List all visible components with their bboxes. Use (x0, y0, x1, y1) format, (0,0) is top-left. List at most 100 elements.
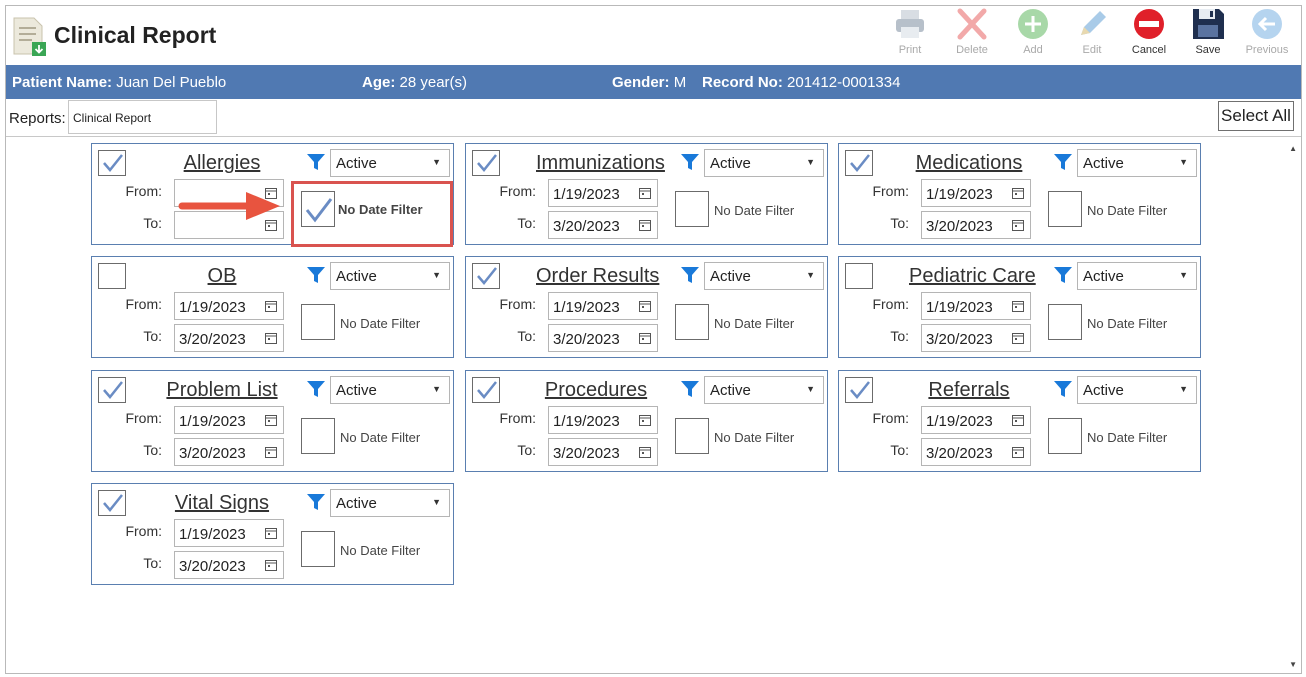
from-date-field[interactable]: 1/19/2023 (921, 292, 1031, 320)
select-all-button[interactable]: Select All (1218, 101, 1294, 131)
calendar-icon[interactable] (639, 446, 651, 458)
calendar-icon[interactable] (1012, 414, 1024, 426)
section-title[interactable]: Allergies (162, 152, 282, 175)
section-title[interactable]: Vital Signs (162, 492, 282, 515)
no-date-filter-label: No Date Filter (1087, 316, 1168, 331)
to-date-field[interactable]: 3/20/2023 (548, 438, 658, 466)
calendar-icon[interactable] (265, 446, 277, 458)
to-date-field[interactable]: 3/20/2023 (921, 324, 1031, 352)
status-dropdown[interactable]: Active ▼ (704, 262, 824, 290)
include-checkbox[interactable] (472, 150, 500, 176)
edit-button[interactable]: Edit (1065, 8, 1119, 66)
from-date-field[interactable]: 1/19/2023 (174, 406, 284, 434)
calendar-icon[interactable] (1012, 219, 1024, 231)
save-button[interactable]: Save (1181, 8, 1235, 66)
edit-label: Edit (1082, 44, 1102, 56)
calendar-icon[interactable] (265, 332, 277, 344)
cancel-button[interactable]: Cancel (1122, 8, 1176, 66)
no-date-filter-label: No Date Filter (714, 316, 795, 331)
add-button[interactable]: Add (1006, 8, 1060, 66)
include-checkbox[interactable] (472, 263, 500, 289)
section-title[interactable]: Immunizations (536, 152, 665, 175)
section-title[interactable]: Procedures (536, 379, 656, 402)
from-label: From: (125, 296, 162, 312)
scroll-up-arrow[interactable]: ▲ (1289, 144, 1297, 153)
to-date-field[interactable]: 3/20/2023 (174, 438, 284, 466)
calendar-icon[interactable] (265, 559, 277, 571)
from-date-field[interactable]: 1/19/2023 (548, 406, 658, 434)
no-date-filter-checkbox[interactable] (1048, 304, 1082, 340)
section-title[interactable]: Pediatric Care (909, 265, 1036, 288)
include-checkbox[interactable] (845, 150, 873, 176)
status-dropdown[interactable]: Active ▼ (704, 149, 824, 177)
to-date-field[interactable]: 3/20/2023 (548, 324, 658, 352)
section-title[interactable]: Referrals (909, 379, 1029, 402)
reports-field[interactable]: Clinical Report (68, 100, 217, 134)
from-date-field[interactable]: 1/19/2023 (921, 406, 1031, 434)
from-date-field[interactable]: 1/19/2023 (548, 179, 658, 207)
section-title[interactable]: Order Results (536, 265, 659, 288)
delete-button[interactable]: Delete (945, 8, 999, 66)
scroll-down-arrow[interactable]: ▼ (1289, 660, 1297, 669)
to-date-field[interactable]: 3/20/2023 (548, 211, 658, 239)
no-date-filter-checkbox[interactable] (301, 304, 335, 340)
include-checkbox[interactable] (98, 263, 126, 289)
status-dropdown[interactable]: Active ▼ (330, 149, 450, 177)
section-title[interactable]: Medications (909, 152, 1029, 175)
status-dropdown[interactable]: Active ▼ (330, 262, 450, 290)
include-checkbox[interactable] (472, 377, 500, 403)
include-checkbox[interactable] (845, 377, 873, 403)
calendar-icon[interactable] (1012, 187, 1024, 199)
to-label: To: (890, 442, 909, 458)
section-title[interactable]: Problem List (162, 379, 282, 402)
include-checkbox[interactable] (98, 377, 126, 403)
calendar-icon[interactable] (1012, 446, 1024, 458)
calendar-icon[interactable] (639, 332, 651, 344)
calendar-icon[interactable] (1012, 300, 1024, 312)
no-date-filter-checkbox[interactable] (675, 304, 709, 340)
status-dropdown[interactable]: Active ▼ (1077, 376, 1197, 404)
no-date-filter-checkbox[interactable] (1048, 418, 1082, 454)
include-checkbox[interactable] (98, 490, 126, 516)
to-date-field[interactable]: 3/20/2023 (921, 438, 1031, 466)
chevron-down-icon: ▼ (806, 270, 815, 280)
to-date-field[interactable]: 3/20/2023 (921, 211, 1031, 239)
include-checkbox[interactable] (98, 150, 126, 176)
calendar-icon[interactable] (639, 219, 651, 231)
no-date-filter-checkbox[interactable] (675, 418, 709, 454)
previous-button[interactable]: Previous (1240, 8, 1294, 66)
no-date-filter-checkbox[interactable] (675, 191, 709, 227)
to-date-field[interactable]: 3/20/2023 (174, 324, 284, 352)
calendar-icon[interactable] (265, 414, 277, 426)
from-label: From: (125, 183, 162, 199)
from-date-field[interactable]: 1/19/2023 (174, 519, 284, 547)
print-label: Print (898, 44, 922, 56)
chevron-down-icon: ▼ (806, 157, 815, 167)
status-dropdown[interactable]: Active ▼ (1077, 149, 1197, 177)
from-date-field[interactable]: 1/19/2023 (548, 292, 658, 320)
calendar-icon[interactable] (639, 414, 651, 426)
status-dropdown[interactable]: Active ▼ (1077, 262, 1197, 290)
from-date-field[interactable]: 1/19/2023 (174, 292, 284, 320)
print-button[interactable]: Print (883, 8, 937, 66)
no-date-filter-checkbox[interactable] (301, 418, 335, 454)
calendar-icon[interactable] (639, 300, 651, 312)
calendar-icon[interactable] (1012, 332, 1024, 344)
calendar-icon[interactable] (639, 187, 651, 199)
calendar-icon[interactable] (265, 300, 277, 312)
no-date-filter-label: No Date Filter (340, 316, 421, 331)
chevron-down-icon: ▼ (1179, 270, 1188, 280)
status-dropdown[interactable]: Active ▼ (330, 489, 450, 517)
section-title[interactable]: OB (162, 265, 282, 288)
chevron-down-icon: ▼ (432, 384, 441, 394)
no-date-filter-checkbox[interactable] (301, 531, 335, 567)
to-label: To: (517, 442, 536, 458)
status-dropdown[interactable]: Active ▼ (704, 376, 824, 404)
patient-info-bar: Patient Name: Juan Del Pueblo Age: 28 ye… (6, 65, 1301, 99)
calendar-icon[interactable] (265, 527, 277, 539)
status-dropdown[interactable]: Active ▼ (330, 376, 450, 404)
no-date-filter-checkbox[interactable] (1048, 191, 1082, 227)
include-checkbox[interactable] (845, 263, 873, 289)
from-date-field[interactable]: 1/19/2023 (921, 179, 1031, 207)
to-date-field[interactable]: 3/20/2023 (174, 551, 284, 579)
